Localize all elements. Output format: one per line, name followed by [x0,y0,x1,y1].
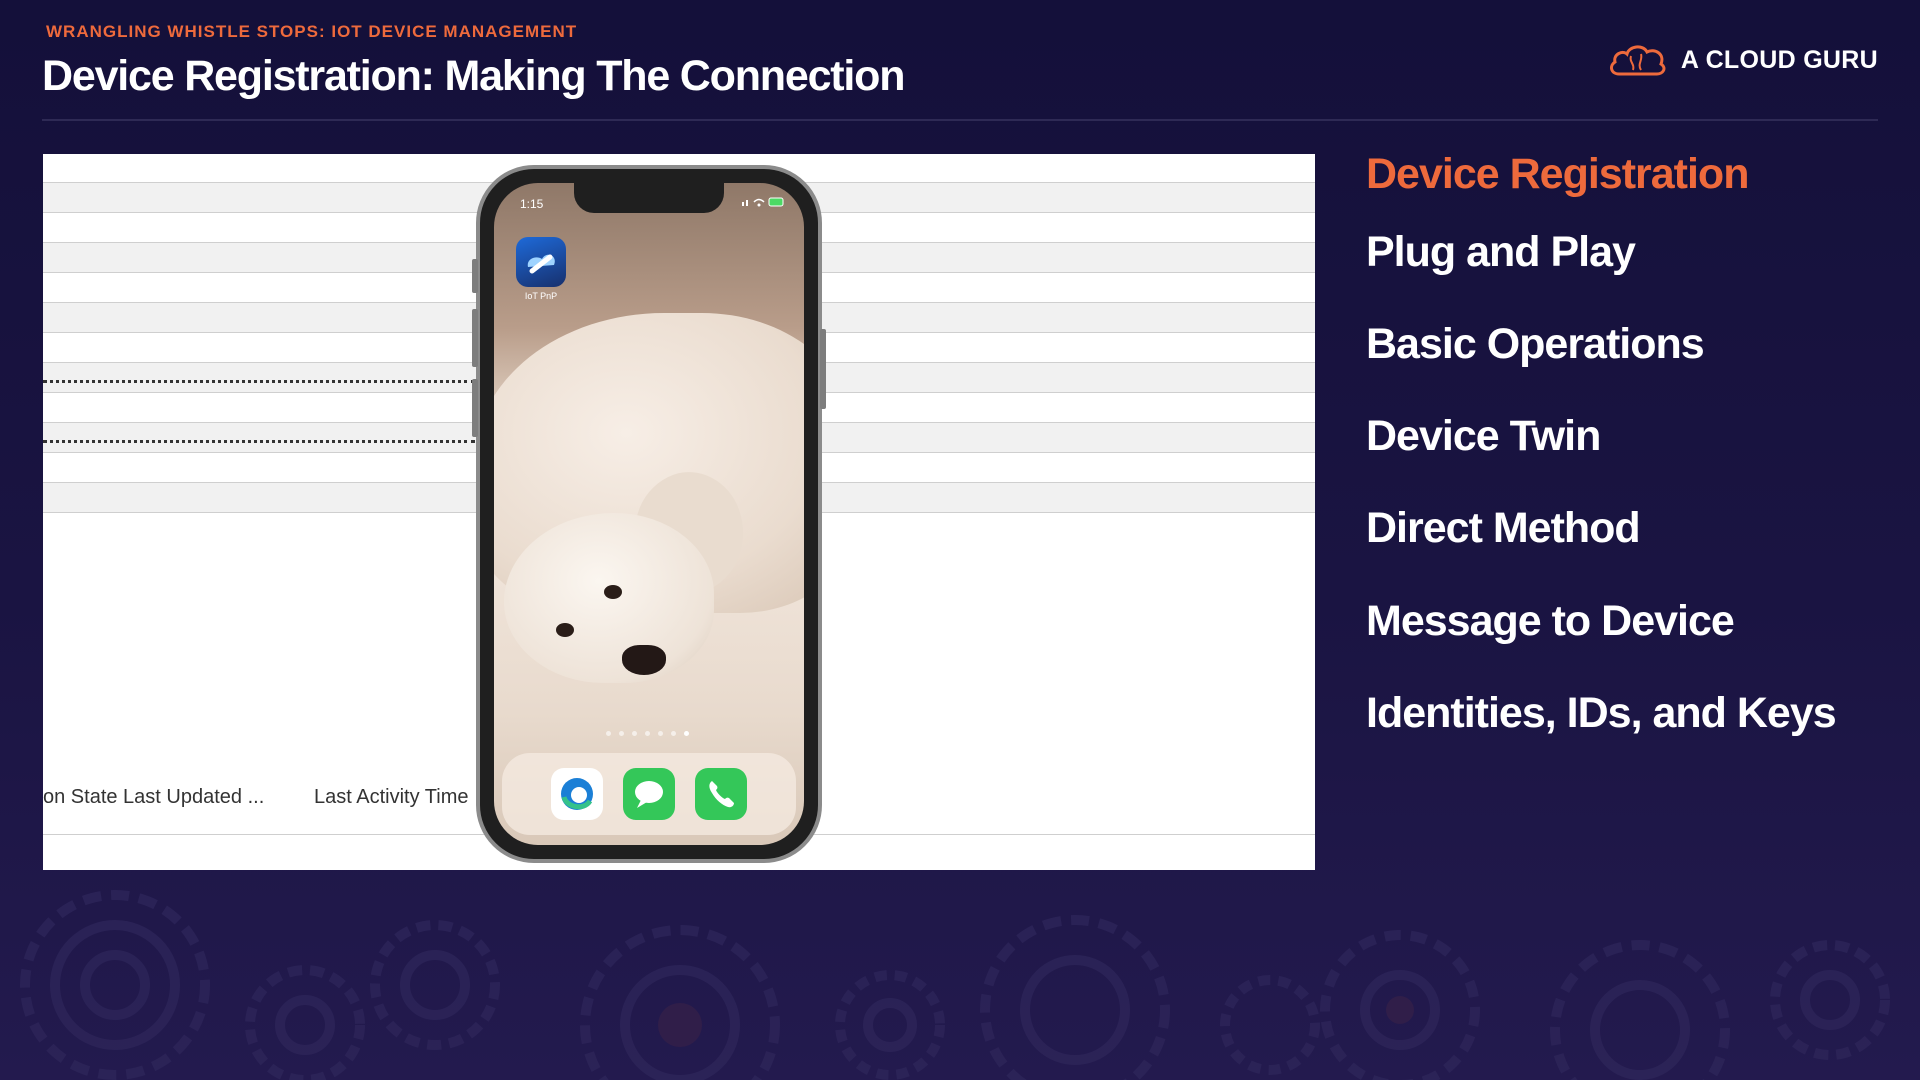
cloud-brain-icon [1609,45,1666,76]
page-dot [684,731,689,736]
nav-item-basic-operations[interactable]: Basic Operations [1366,320,1705,369]
nav-item-device-twin[interactable]: Device Twin [1366,412,1601,461]
dotted-separator [43,380,475,383]
phone-notch [574,183,724,213]
gear-icon [1220,975,1320,1075]
nav-item-identities-ids-keys[interactable]: Identities, IDs, and Keys [1366,689,1837,738]
phone-side-button [472,379,478,437]
status-icons [742,195,786,213]
brand-name: A CLOUD GURU [1680,45,1878,74]
gear-icon [1550,940,1730,1080]
phone-side-button [472,309,478,367]
gear-icon [370,920,500,1050]
page-dot [658,731,663,736]
dog-eye [604,585,622,599]
nav-item-plug-and-play[interactable]: Plug and Play [1366,228,1636,277]
gears-decoration [20,890,1890,1080]
column-header-connection-state[interactable]: on State Last Updated ... [43,786,264,809]
gear-icon [245,965,365,1080]
phone-side-button [472,259,478,293]
messages-icon [635,781,663,808]
kicker-text: WRANGLING WHISTLE STOPS: IOT DEVICE MANA… [46,22,578,41]
column-header-last-activity[interactable]: Last Activity Time [314,786,469,809]
nav-item-device-registration[interactable]: Device Registration [1366,150,1749,199]
gear-hub [1386,996,1414,1024]
phone-power-button [820,329,826,409]
dog-nose [622,645,666,675]
phone-mockup: 1:15 IoT PnP [472,165,826,863]
gear-icon [1770,940,1890,1060]
phone-screen: 1:15 IoT PnP [494,183,804,845]
phone-app[interactable] [695,768,747,820]
page-dot [645,731,650,736]
edge-app[interactable] [551,768,603,820]
page-indicator [606,731,689,736]
dotted-separator [43,440,475,443]
phone-icon [709,781,734,808]
brand-logo: A CLOUD GURU [1607,40,1878,80]
page-dot [606,731,611,736]
nav-item-message-to-device[interactable]: Message to Device [1366,597,1735,646]
app-label: IoT PnP [524,291,558,301]
nav-item-direct-method[interactable]: Direct Method [1366,504,1641,553]
gear-icon [980,915,1170,1080]
dog-eye [556,623,574,637]
page-dot [671,731,676,736]
gear-hub [658,1003,702,1047]
gear-icon [835,970,945,1080]
iot-pnp-app[interactable] [516,237,566,287]
iot-pnp-icon [527,254,555,274]
page-dot [619,731,624,736]
gear-icon [20,890,210,1080]
battery-icon [742,197,784,207]
edge-icon [561,778,593,810]
page-dot [632,731,637,736]
page-title: Device Registration: Making The Connecti… [42,52,905,100]
status-time: 1:15 [520,197,544,211]
dock [502,753,796,835]
messages-app[interactable] [623,768,675,820]
header-divider [42,119,1878,121]
